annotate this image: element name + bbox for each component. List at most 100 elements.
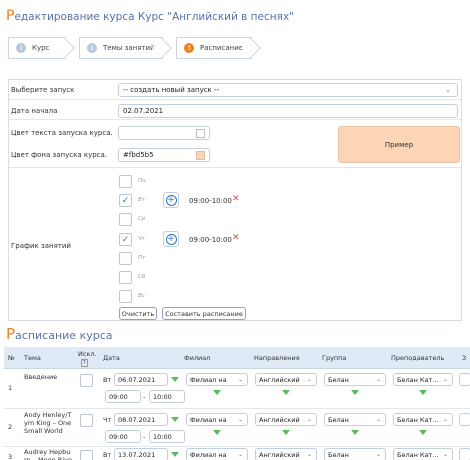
extra-input[interactable]: [459, 413, 470, 426]
row-day: Чт: [103, 416, 112, 424]
close-icon[interactable]: ✕: [232, 194, 240, 204]
help-icon[interactable]: ?: [81, 359, 88, 367]
check-icon: ✓: [121, 234, 130, 245]
chevron-down-icon: ⌄: [445, 86, 451, 94]
start-date-label: Дата начала: [11, 107, 58, 115]
day-label: Сб: [138, 274, 146, 280]
day-checkbox-fri[interactable]: [119, 252, 132, 265]
build-schedule-button[interactable]: Составить расписание: [162, 307, 246, 320]
branch-select[interactable]: Филиал на ⌄: [186, 448, 248, 460]
day-label: Пт: [138, 255, 146, 261]
day-label: Вт: [138, 197, 145, 203]
col-branch: Филиал: [184, 354, 211, 362]
date-input[interactable]: 13.07.2021: [114, 448, 168, 460]
col-group: Группа: [322, 354, 347, 362]
text-color-input[interactable]: [118, 126, 210, 140]
col-num: №: [8, 354, 15, 362]
date-input[interactable]: 08.07.2021: [114, 413, 168, 426]
direction-select[interactable]: Английский ⌄: [255, 373, 317, 386]
chevron-down-icon[interactable]: [171, 377, 179, 382]
chevron-down-icon: ⌄: [306, 416, 312, 423]
direction-select[interactable]: Английский ⌄: [255, 448, 317, 460]
text-color-label: Цвет текста запуска курса.: [11, 129, 113, 137]
chevron-down-icon: ⌄: [237, 416, 243, 423]
time-from-input[interactable]: 09:00: [105, 430, 141, 443]
chevron-down-icon[interactable]: [419, 390, 427, 395]
row-num: 1: [8, 384, 13, 392]
chevron-down-icon[interactable]: [351, 430, 359, 435]
extra-input[interactable]: [459, 448, 470, 460]
chevron-down-icon[interactable]: [213, 430, 221, 435]
day-checkbox-sat[interactable]: [119, 271, 132, 284]
dash: -: [143, 393, 146, 401]
col-direction: Направления: [254, 354, 300, 362]
chevron-down-icon[interactable]: [171, 452, 179, 457]
step-schedule[interactable]: 3 Расписание: [176, 37, 261, 59]
col-topic: Тема: [24, 354, 41, 362]
plus-circle-icon: +: [165, 194, 177, 206]
group-select[interactable]: Белан ⌄: [324, 413, 386, 426]
plus-circle-icon: +: [165, 233, 177, 245]
chevron-down-icon[interactable]: [171, 417, 179, 422]
launch-select[interactable]: -- создать новый запуск -- ⌄: [118, 83, 458, 97]
exclude-checkbox[interactable]: [80, 450, 93, 460]
day-label: Ср: [138, 216, 146, 222]
group-select[interactable]: Белан ⌄: [324, 448, 386, 460]
exclude-checkbox[interactable]: [80, 374, 93, 387]
wizard-steps: 1 Курс 2 Темы занятий 3 Расписание: [8, 37, 261, 59]
chevron-down-icon: ⌄: [375, 451, 381, 458]
exclude-checkbox[interactable]: [80, 414, 93, 427]
chevron-down-icon[interactable]: [351, 390, 359, 395]
add-time-button[interactable]: +: [163, 192, 179, 208]
day-checkbox-mon[interactable]: [119, 175, 132, 188]
step-course[interactable]: 1 Курс: [8, 37, 75, 59]
branch-select[interactable]: Филиал на ⌄: [186, 413, 248, 426]
color-swatch[interactable]: [196, 129, 205, 138]
step-topics[interactable]: 2 Темы занятий: [79, 37, 172, 59]
day-checkbox-tue[interactable]: ✓: [119, 194, 132, 207]
bg-color-input[interactable]: #fbd5b5: [118, 148, 210, 162]
date-input[interactable]: 06.07.2021: [114, 373, 168, 386]
group-select[interactable]: Белан ⌄: [324, 373, 386, 386]
col-teacher: Преподаватель: [391, 354, 445, 362]
chevron-down-icon: ⌄: [237, 451, 243, 458]
divider: [9, 99, 461, 100]
chevron-down-icon[interactable]: [282, 430, 290, 435]
time-to-input[interactable]: 10:00: [149, 390, 185, 403]
day-checkbox-sun[interactable]: [119, 290, 132, 303]
color-swatch[interactable]: [196, 151, 205, 160]
close-icon[interactable]: ✕: [232, 233, 240, 243]
chevron-down-icon[interactable]: [282, 390, 290, 395]
dash: -: [143, 433, 146, 441]
time-to-input[interactable]: 10:00: [149, 430, 185, 443]
add-time-button[interactable]: +: [163, 231, 179, 247]
bg-color-label: Цвет фона запуска курса.: [11, 151, 108, 159]
clear-button[interactable]: Очистить: [119, 307, 157, 320]
time-range: 09:00-10:00: [189, 197, 232, 205]
step-arrow: [55, 38, 75, 58]
day-checkbox-thu[interactable]: ✓: [119, 233, 132, 246]
start-date-input[interactable]: 02.07.2021: [118, 104, 458, 118]
day-label: Пн: [138, 178, 146, 184]
row-day: Вт: [103, 376, 112, 384]
day-checkbox-wed[interactable]: [119, 213, 132, 226]
time-from-input[interactable]: 09:00: [105, 390, 141, 403]
teacher-select[interactable]: Белан Кат... ⌄: [393, 373, 453, 386]
row-num: 2: [8, 423, 13, 431]
row-topic: Введение: [24, 373, 58, 381]
page-title: Редактирование курса Курс "Английский в …: [6, 8, 295, 24]
chevron-down-icon[interactable]: [419, 430, 427, 435]
col-exclude: Искл.: [78, 350, 97, 358]
step-arrow: [152, 38, 172, 58]
direction-select[interactable]: Английский ⌄: [255, 413, 317, 426]
row-topic: Andy Henley/T ym King – One Small World: [24, 411, 72, 435]
teacher-select[interactable]: Белан Кат... ⌄: [393, 413, 453, 426]
table-header: № Тема Искл. ? Дата Филиал Направления Г…: [4, 347, 470, 369]
row-num: 3: [8, 453, 13, 460]
teacher-select[interactable]: Белан Кат... ⌄: [393, 448, 453, 460]
example-preview: Пример: [338, 126, 460, 163]
col-extra: З: [462, 354, 467, 362]
extra-input[interactable]: [459, 373, 470, 386]
chevron-down-icon[interactable]: [213, 390, 221, 395]
branch-select[interactable]: Филиал на ⌄: [186, 373, 248, 386]
